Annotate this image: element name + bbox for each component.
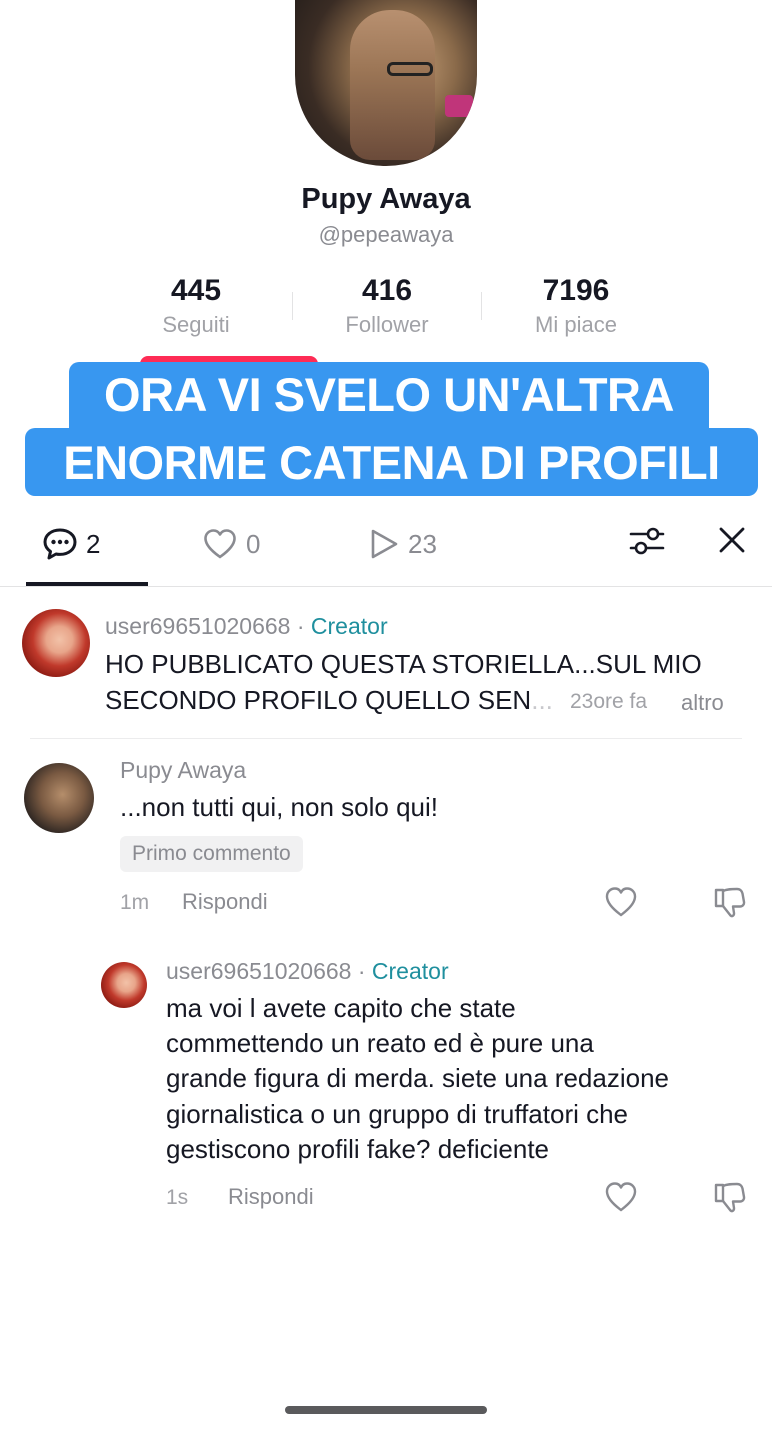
comment-time: 1m — [120, 891, 150, 914]
avatar-glasses — [387, 62, 433, 76]
comment-username-text: user69651020668 — [105, 613, 291, 639]
tabs-divider — [0, 586, 772, 587]
tab-comments[interactable]: 2 — [42, 524, 100, 564]
reply-button[interactable]: Rispondi — [228, 1184, 314, 1210]
heart-icon — [202, 528, 238, 560]
comment-username-text: user69651020668 — [166, 958, 352, 984]
more-link[interactable]: altro — [681, 690, 724, 716]
avatar[interactable] — [24, 763, 94, 833]
stat-likes-label: Mi piace — [535, 312, 617, 337]
reply-button[interactable]: Rispondi — [182, 889, 268, 915]
stat-following[interactable]: 445 Seguiti — [96, 274, 296, 338]
creator-badge: Creator — [310, 613, 388, 639]
comment-time: 23ore fa — [570, 690, 648, 713]
comment-text-truncated: SECONDO PROFILO QUELLO SEN — [105, 685, 532, 715]
tab-likes-count: 0 — [246, 528, 261, 559]
tab-comments-count: 2 — [86, 528, 101, 559]
profile-name: Pupy Awaya — [301, 183, 471, 215]
tab-plays-count: 23 — [408, 528, 437, 559]
stat-likes-value: 7196 — [542, 274, 610, 307]
comment-time: 1s — [166, 1186, 189, 1209]
stat-followers-label: Follower — [345, 312, 429, 337]
stat-likes[interactable]: 7196 Mi piace — [476, 274, 676, 338]
stat-following-value: 445 — [170, 274, 222, 307]
avatar-pink-detail — [445, 95, 473, 117]
avatar[interactable] — [101, 962, 147, 1008]
stat-followers[interactable]: 416 Follower — [287, 274, 487, 338]
comment-text-line: giornalistica o un gruppo di truffatori … — [166, 1099, 629, 1129]
dislike-icon[interactable] — [712, 884, 748, 920]
avatar-dog-image — [350, 10, 435, 160]
fade-ellipsis: ... — [531, 685, 553, 715]
comment-text-line: grande figura di merda. siete una redazi… — [166, 1063, 669, 1093]
first-comment-badge: Primo commento — [120, 836, 303, 872]
caption-banner-line1: ORA VI SVELO UN'ALTRA — [69, 362, 709, 432]
profile-handle: @pepeawaya — [318, 222, 454, 247]
play-icon — [368, 527, 400, 561]
comment-text-line1: HO PUBBLICATO QUESTA STORIELLA...SUL MIO — [105, 649, 702, 679]
comment-text-line: ma voi l avete capito che state — [166, 993, 516, 1023]
home-indicator[interactable] — [285, 1406, 487, 1414]
heart-icon[interactable] — [604, 1181, 638, 1213]
comment-icon — [42, 527, 78, 561]
avatar[interactable] — [22, 609, 90, 677]
heart-icon[interactable] — [604, 886, 638, 918]
separator-dot: · — [296, 613, 305, 639]
comment-text-line: commettendo un reato ed è pure una — [166, 1028, 594, 1058]
creator-badge: Creator — [371, 958, 449, 984]
comment-text-line2: SECONDO PROFILO QUELLO SEN... — [105, 682, 553, 718]
dislike-icon[interactable] — [712, 1179, 748, 1215]
separator-dot: · — [357, 958, 366, 984]
comment-username[interactable]: Pupy Awaya — [120, 757, 246, 784]
close-icon[interactable] — [718, 526, 746, 554]
divider — [30, 738, 742, 739]
caption-banner-line2: ENORME CATENA DI PROFILI — [25, 428, 758, 496]
comment-text: ...non tutti qui, non solo qui! — [120, 792, 438, 822]
profile-avatar[interactable] — [295, 0, 477, 166]
stat-followers-value: 416 — [361, 274, 413, 307]
sliders-icon[interactable] — [628, 524, 666, 558]
tab-plays[interactable]: 23 — [368, 524, 437, 564]
stat-following-label: Seguiti — [162, 312, 230, 337]
comment-username[interactable]: user69651020668 · Creator — [166, 958, 449, 985]
comment-text-line: gestiscono profili fake? deficiente — [166, 1134, 550, 1164]
comment-username[interactable]: user69651020668 · Creator — [105, 613, 388, 640]
tab-likes[interactable]: 0 — [202, 524, 260, 564]
